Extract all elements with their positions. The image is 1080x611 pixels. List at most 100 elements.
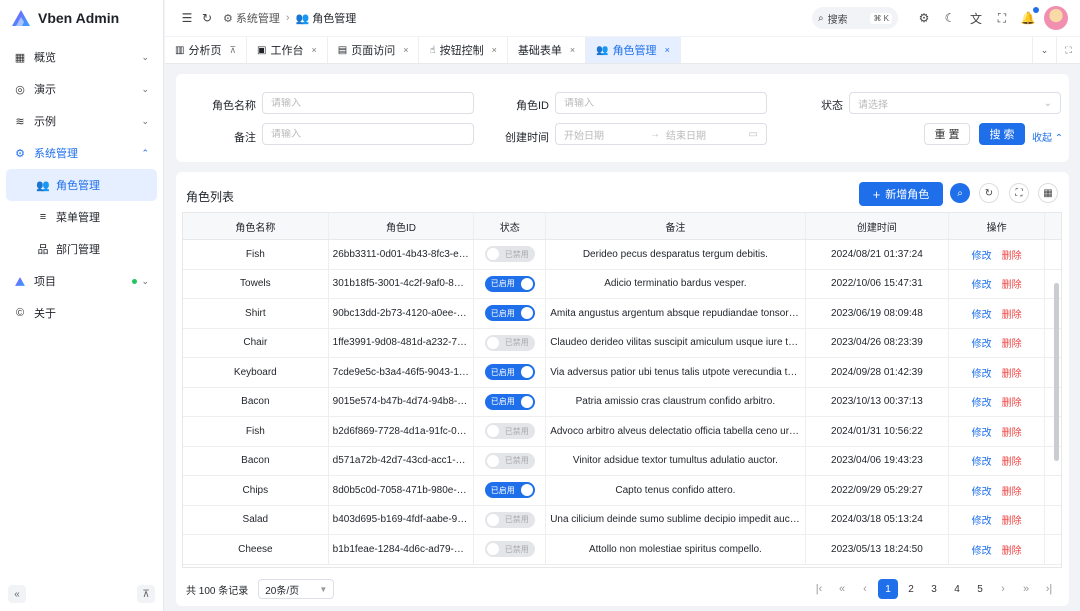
status-toggle[interactable]: 已启用	[485, 305, 535, 321]
start-date[interactable]: 开始日期	[564, 127, 644, 142]
edit-button[interactable]: 修改	[972, 424, 992, 439]
page-number-button[interactable]: 4	[947, 579, 967, 599]
refresh-icon[interactable]: ↻	[979, 183, 999, 203]
date-range-picker[interactable]: 开始日期 → 结束日期 ▭	[555, 123, 767, 145]
next-page-icon[interactable]: ›	[993, 579, 1013, 599]
refresh-icon[interactable]: ↻	[197, 8, 217, 28]
delete-button[interactable]: 删除	[1002, 394, 1022, 409]
sidebar-item-menu-management[interactable]: ≡ 菜单管理	[6, 201, 157, 233]
tab-basic-form[interactable]: 基础表单 ×	[508, 37, 586, 63]
avatar[interactable]	[1044, 6, 1068, 30]
sidebar-item-system[interactable]: ⚙ 系统管理 ⌃	[0, 137, 163, 169]
edit-button[interactable]: 修改	[972, 247, 992, 262]
page-number-button[interactable]: 3	[924, 579, 944, 599]
tab-button-control[interactable]: ☝ 按钮控制 ×	[419, 37, 507, 63]
edit-button[interactable]: 修改	[972, 453, 992, 468]
page-number-button[interactable]: 2	[901, 579, 921, 599]
sidebar-item-examples[interactable]: ≋ 示例 ⌄	[0, 105, 163, 137]
delete-button[interactable]: 删除	[1002, 365, 1022, 380]
delete-button[interactable]: 删除	[1002, 453, 1022, 468]
breadcrumb-item[interactable]: 系统管理	[236, 10, 280, 26]
notification-icon[interactable]: 🔔	[1018, 8, 1038, 28]
fullscreen-icon[interactable]: ⛶	[1009, 183, 1029, 203]
status-toggle[interactable]: 已禁用	[485, 335, 535, 351]
column-header[interactable]: 创建时间	[806, 213, 950, 239]
last-page-icon[interactable]: ›|	[1039, 579, 1059, 599]
vertical-scrollbar[interactable]	[1054, 283, 1059, 461]
search-icon[interactable]: ⌕	[950, 183, 970, 203]
sidebar-item-role-management[interactable]: 👥 角色管理	[6, 169, 157, 201]
close-icon[interactable]: ×	[570, 45, 575, 55]
edit-button[interactable]: 修改	[972, 542, 992, 557]
column-settings-icon[interactable]: ▦	[1038, 183, 1058, 203]
sidebar-item-about[interactable]: © 关于	[0, 297, 163, 329]
delete-button[interactable]: 删除	[1002, 247, 1022, 262]
edit-button[interactable]: 修改	[972, 306, 992, 321]
prev-page-icon[interactable]: ‹	[855, 579, 875, 599]
status-toggle[interactable]: 已禁用	[485, 423, 535, 439]
edit-button[interactable]: 修改	[972, 276, 992, 291]
column-header[interactable]: 备注	[546, 213, 805, 239]
close-icon[interactable]: ×	[312, 45, 317, 55]
edit-button[interactable]: 修改	[972, 365, 992, 380]
sidebar-item-dept-management[interactable]: 品 部门管理	[6, 233, 157, 265]
language-icon[interactable]: 文	[966, 8, 986, 28]
next-5-pages-icon[interactable]: »	[1016, 579, 1036, 599]
reset-button[interactable]: 重 置	[924, 123, 970, 145]
collapse-button[interactable]: 收起 ⌃	[1032, 129, 1063, 144]
chevron-down-icon[interactable]: ⌄	[1032, 37, 1056, 63]
status-toggle[interactable]: 已启用	[485, 276, 535, 292]
close-icon[interactable]: ×	[403, 45, 408, 55]
role-id-input[interactable]	[555, 92, 767, 114]
status-toggle[interactable]: 已启用	[485, 394, 535, 410]
page-number-button[interactable]: 1	[878, 579, 898, 599]
delete-button[interactable]: 删除	[1002, 276, 1022, 291]
global-search[interactable]: ⌕ 搜索 ⌘ K	[812, 7, 898, 29]
tab-role-management[interactable]: 👥 角色管理 ×	[586, 37, 681, 63]
column-header[interactable]: 操作	[949, 213, 1045, 239]
delete-button[interactable]: 删除	[1002, 512, 1022, 527]
sidebar-item-demo[interactable]: ◎ 演示 ⌄	[0, 73, 163, 105]
role-name-field[interactable]	[271, 98, 465, 109]
close-icon[interactable]: ×	[492, 45, 497, 55]
collapse-sidebar-icon[interactable]: «	[8, 585, 26, 603]
delete-button[interactable]: 删除	[1002, 424, 1022, 439]
close-icon[interactable]: ×	[665, 45, 670, 55]
add-role-button[interactable]: + 新增角色	[859, 182, 943, 206]
edit-button[interactable]: 修改	[972, 512, 992, 527]
status-toggle[interactable]: 已禁用	[485, 541, 535, 557]
tab-page-access[interactable]: ▤ 页面访问 ×	[328, 37, 420, 63]
tab-analytics[interactable]: ▥ 分析页 ⊼	[165, 37, 247, 63]
delete-button[interactable]: 删除	[1002, 306, 1022, 321]
status-toggle[interactable]: 已禁用	[485, 246, 535, 262]
edit-button[interactable]: 修改	[972, 483, 992, 498]
remark-field[interactable]	[271, 129, 465, 140]
status-toggle[interactable]: 已启用	[485, 364, 535, 380]
end-date[interactable]: 结束日期	[666, 127, 749, 142]
delete-button[interactable]: 删除	[1002, 483, 1022, 498]
delete-button[interactable]: 删除	[1002, 335, 1022, 350]
tab-workspace[interactable]: ▣ 工作台 ×	[247, 37, 328, 63]
dark-mode-icon[interactable]: ☾	[940, 8, 960, 28]
first-page-icon[interactable]: |‹	[809, 579, 829, 599]
column-header[interactable]: 角色名称	[183, 213, 329, 239]
status-toggle[interactable]: 已启用	[485, 482, 535, 498]
menu-toggle-icon[interactable]: ☰	[177, 8, 197, 28]
sidebar-item-project[interactable]: 项目 ⌄	[0, 265, 163, 297]
fullscreen-icon[interactable]: ⛶	[992, 8, 1012, 28]
remark-input[interactable]	[262, 123, 474, 145]
page-number-button[interactable]: 5	[970, 579, 990, 599]
status-toggle[interactable]: 已禁用	[485, 512, 535, 528]
delete-button[interactable]: 删除	[1002, 542, 1022, 557]
maximize-icon[interactable]: ⛶	[1056, 37, 1080, 63]
column-header[interactable]: 角色ID	[329, 213, 475, 239]
page-size-select[interactable]: 20条/页 ▼	[258, 579, 334, 599]
prev-5-pages-icon[interactable]: «	[832, 579, 852, 599]
edit-button[interactable]: 修改	[972, 335, 992, 350]
role-name-input[interactable]	[262, 92, 474, 114]
pin-icon[interactable]: ⊼	[229, 45, 236, 56]
status-toggle[interactable]: 已禁用	[485, 453, 535, 469]
search-button[interactable]: 搜 索	[979, 123, 1025, 145]
status-select[interactable]: 请选择 ⌄	[849, 92, 1061, 114]
edit-button[interactable]: 修改	[972, 394, 992, 409]
